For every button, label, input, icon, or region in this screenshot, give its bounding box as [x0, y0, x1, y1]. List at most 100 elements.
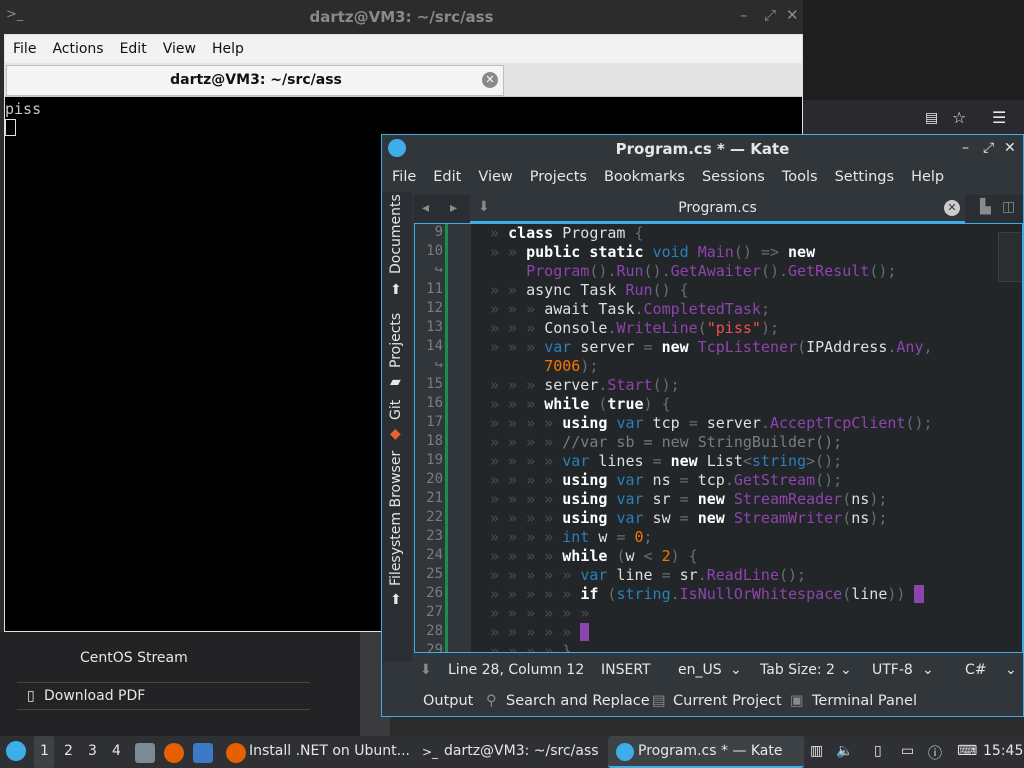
menu-sessions[interactable]: Sessions [692, 164, 772, 185]
code-line[interactable]: » » » Console.WriteLine("piss"); [490, 319, 779, 337]
menu-view[interactable]: View [155, 35, 204, 57]
code-line[interactable]: 7006); [490, 357, 598, 375]
code-line[interactable]: » » » » //var sb = new StringBuilder(); [490, 433, 842, 451]
close-tab-icon[interactable]: ✕ [482, 72, 498, 88]
maximize-icon[interactable]: ⤢ [983, 140, 994, 156]
chevron-down-icon: ⌄ [840, 662, 852, 678]
code-line[interactable]: Program().Run().GetAwaiter().GetResult()… [490, 262, 896, 280]
menu-edit[interactable]: Edit [423, 164, 468, 185]
clock[interactable]: 15:45 [983, 743, 1023, 759]
notes-icon[interactable]: ▯ [874, 743, 882, 759]
close-icon[interactable]: ✕ [786, 6, 799, 24]
code-line[interactable]: » class Program { [490, 224, 644, 242]
start-menu-icon[interactable] [6, 741, 26, 761]
code-line[interactable]: » » » » using var sw = new StreamWriter(… [490, 509, 887, 527]
prev-tab-icon[interactable]: ◂ [422, 200, 429, 216]
menu-tools[interactable]: Tools [772, 164, 825, 185]
code-line[interactable]: » » » » var lines = new List<string>(); [490, 452, 842, 470]
star-icon[interactable]: ☆ [952, 108, 966, 127]
search-replace-tab[interactable]: Search and Replace [506, 693, 650, 709]
code-line[interactable]: » » async Task Run() { [490, 281, 689, 299]
files-icon[interactable] [135, 743, 155, 763]
code-line[interactable]: » » » server.Start(); [490, 376, 680, 394]
code-editor[interactable]: 9 10 ↪ 11 12 13 14 ↪ 15 16 17 18 19 20 21 22 23 24 25 26 27 2… [414, 223, 1023, 653]
download-pdf-button[interactable]: ▯ Download PDF [17, 682, 310, 710]
clipboard-icon[interactable]: ▥ [810, 743, 823, 759]
menu-help[interactable]: Help [901, 164, 951, 185]
terminal-panel-tab[interactable]: Terminal Panel [812, 693, 917, 709]
tab-size-select[interactable]: Tab Size: 2 [760, 662, 835, 678]
terminal-icon: ▣ [790, 693, 804, 709]
workspace-2[interactable]: 2 [64, 743, 73, 759]
sidebar-documents[interactable]: Documents [388, 194, 404, 274]
code-line[interactable]: » » » » » var line = sr.ReadLine(); [490, 566, 806, 584]
terminal-tab-label: dartz@VM3: ~/src/ass [170, 72, 342, 88]
terminal-tab[interactable]: dartz@VM3: ~/src/ass ✕ [6, 65, 504, 96]
code-line[interactable]: » » » » » » [490, 604, 598, 622]
current-project-tab[interactable]: Current Project [673, 693, 782, 709]
menu-settings[interactable]: Settings [825, 164, 901, 185]
maximize-icon[interactable]: ⤢ [764, 6, 776, 24]
cursor-position[interactable]: Line 28, Column 12 [448, 662, 584, 678]
menu-file[interactable]: File [5, 35, 44, 57]
sidebar-git[interactable]: Git [388, 400, 404, 420]
taskbar-window-terminal[interactable]: dartz@VM3: ~/src/ass [444, 743, 599, 759]
output-tab[interactable]: Output [423, 693, 473, 709]
code-line[interactable]: » » » » using var sr = new StreamReader(… [490, 490, 887, 508]
tab-program-cs[interactable]: ⬇ Program.cs ✕ [470, 195, 965, 223]
language-select[interactable]: en_US [678, 662, 722, 678]
minimap[interactable] [998, 232, 1022, 282]
keyboard-icon[interactable]: ⌨ [957, 743, 977, 759]
menu-edit[interactable]: Edit [112, 35, 155, 57]
menu-actions[interactable]: Actions [44, 35, 111, 57]
code-line[interactable]: » » » » } [490, 642, 571, 652]
firefox-icon[interactable] [164, 743, 184, 763]
code-line[interactable]: » » » » int w = 0; [490, 528, 653, 546]
code-line[interactable]: » » » var server = new TcpListener(IPAdd… [490, 338, 933, 356]
input-mode[interactable]: INSERT [601, 662, 651, 678]
menu-icon[interactable]: ☰ [992, 108, 1006, 127]
encoding-select[interactable]: UTF-8 [872, 662, 913, 678]
code-line[interactable]: » » » » using var tcp = server.AcceptTcp… [490, 414, 933, 432]
kate-titlebar[interactable]: Program.cs * — Kate – ⤢ ✕ [382, 135, 1023, 163]
workspace-4[interactable]: 4 [112, 743, 121, 759]
centos-label[interactable]: CentOS Stream [80, 650, 188, 666]
volume-icon[interactable]: 🔈 [836, 743, 853, 759]
minimize-icon[interactable]: – [740, 6, 748, 24]
sidebar-projects[interactable]: Projects [388, 313, 404, 368]
close-tab-icon[interactable]: ✕ [944, 200, 960, 216]
taskbar-window-firefox[interactable]: Install .NET on Ubunt... [249, 743, 410, 759]
menu-file[interactable]: File [382, 164, 423, 185]
code-line[interactable]: » » » » using var ns = tcp.GetStream(); [490, 471, 842, 489]
menu-view[interactable]: View [468, 164, 519, 185]
workspace-3[interactable]: 3 [88, 743, 97, 759]
workspace-1[interactable]: 1 [40, 743, 49, 759]
menu-projects[interactable]: Projects [520, 164, 594, 185]
code-line[interactable]: » » » » » if (string.IsNullOrWhitespace(… [490, 585, 924, 603]
menu-help[interactable]: Help [204, 35, 252, 57]
kate-menubar: File Edit View Projects Bookmarks Sessions Too… [382, 164, 1023, 192]
split-view-icon[interactable]: ▙ [980, 199, 991, 215]
modified-indicator [445, 224, 448, 652]
notification-icon[interactable]: ⓘ [928, 743, 942, 763]
line-number: 19 [426, 452, 443, 468]
terminal-titlebar[interactable]: >_ dartz@VM3: ~/src/ass – ⤢ ✕ [0, 0, 803, 34]
code-line[interactable]: » » » » while (w < 2) { [490, 547, 698, 565]
layout-icon[interactable]: ◫ [1002, 199, 1015, 215]
kate-window-icon [616, 743, 634, 761]
network-icon[interactable]: ▭ [901, 743, 914, 759]
menu-bookmarks[interactable]: Bookmarks [594, 164, 692, 185]
code-line[interactable]: » » » await Task.CompletedTask; [490, 300, 770, 318]
code-line[interactable]: » » » while (true) { [490, 395, 671, 413]
next-tab-icon[interactable]: ▸ [450, 200, 457, 216]
close-icon[interactable]: ✕ [1004, 140, 1016, 156]
minimize-icon[interactable]: – [962, 140, 969, 156]
reader-icon[interactable]: ▤ [925, 110, 938, 126]
code-line[interactable]: » » » » » [490, 623, 590, 641]
syntax-select[interactable]: C# [965, 662, 987, 678]
taskbar-window-kate[interactable]: Program.cs * — Kate [638, 743, 782, 759]
code-line[interactable]: » » public static void Main() => new [490, 243, 815, 261]
desktop-icon[interactable] [193, 743, 213, 763]
line-number: 21 [426, 490, 443, 506]
sidebar-filesystem-browser[interactable]: Filesystem Browser [388, 451, 404, 586]
